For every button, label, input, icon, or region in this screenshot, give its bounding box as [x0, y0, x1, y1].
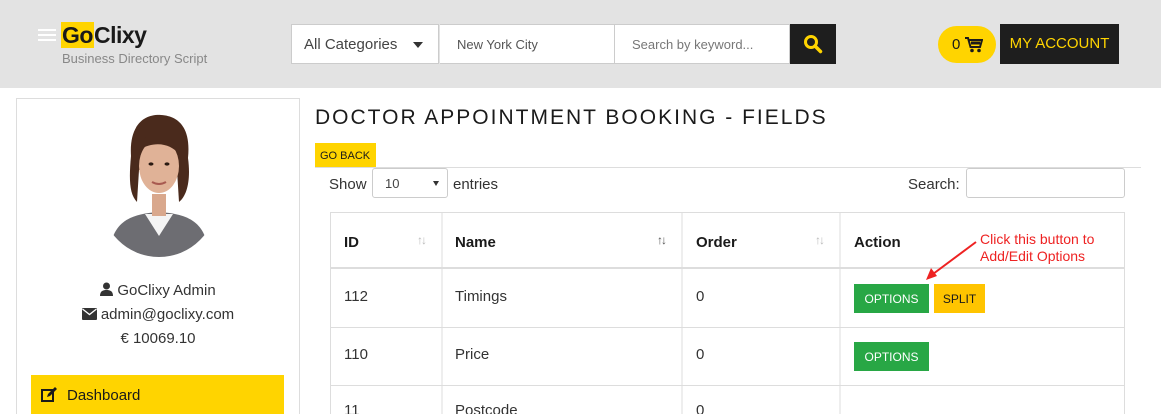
row-divider: [331, 327, 1124, 328]
cart-count: 0: [952, 36, 961, 53]
profile-sidebar: GoClixy Admin admin@goclixy.com € 10069.…: [16, 98, 300, 414]
table-search-label: Search:: [908, 176, 960, 193]
user-email-row: admin@goclixy.com: [17, 306, 299, 323]
search-icon: [804, 35, 823, 54]
column-header-name[interactable]: Name: [455, 234, 496, 251]
sort-desc-icon[interactable]: ↑↓: [657, 233, 667, 247]
annotation-callout: Click this button to Add/Edit Options: [980, 231, 1120, 265]
page-length-select[interactable]: 10: [372, 168, 448, 198]
row-id: 11: [344, 402, 360, 414]
user-balance: € 10069.10: [120, 330, 196, 347]
category-select-value: All Categories: [304, 36, 398, 53]
row-order: 0: [696, 402, 705, 414]
options-button[interactable]: OPTIONS: [854, 284, 929, 313]
caret-down-icon: [413, 42, 423, 48]
annotation-line-2: Add/Edit Options: [980, 248, 1086, 264]
column-divider: [839, 213, 841, 414]
column-header-id[interactable]: ID: [344, 234, 359, 251]
sidebar-item-label: Dashboard: [67, 387, 141, 404]
site-header: GoClixy Business Directory Script All Ca…: [0, 0, 1161, 88]
user-name-row: GoClixy Admin: [17, 282, 299, 299]
sort-icon[interactable]: ↑↓: [815, 233, 825, 247]
site-tagline: Business Directory Script: [62, 51, 208, 66]
split-button[interactable]: SPLIT: [934, 284, 985, 313]
cart-icon: [965, 37, 983, 53]
entries-label: entries: [453, 176, 499, 193]
envelope-icon: [81, 308, 97, 320]
site-logo[interactable]: GoClixy: [61, 22, 147, 49]
user-icon: [100, 282, 114, 296]
keyword-search-input[interactable]: Search by keyword...: [615, 24, 790, 64]
location-input[interactable]: New York City: [440, 24, 615, 64]
user-email: admin@goclixy.com: [100, 306, 235, 323]
column-divider: [681, 213, 683, 414]
page-title: DOCTOR APPOINTMENT BOOKING - FIELDS: [315, 106, 828, 129]
header-divider: [331, 267, 1124, 269]
options-button[interactable]: OPTIONS: [854, 342, 929, 371]
row-id: 112: [344, 288, 368, 305]
go-back-button[interactable]: GO BACK: [315, 143, 377, 167]
column-divider: [441, 213, 443, 414]
column-header-order[interactable]: Order: [696, 234, 737, 251]
table-search-input[interactable]: [966, 168, 1125, 198]
row-divider: [331, 385, 1124, 386]
cart-button[interactable]: 0: [938, 26, 996, 63]
row-name: Price: [455, 346, 490, 363]
category-select[interactable]: All Categories: [291, 24, 439, 64]
avatar: [101, 110, 217, 257]
row-id: 110: [344, 346, 368, 363]
row-order: 0: [696, 346, 705, 363]
caret-down-icon: [433, 181, 439, 186]
row-name: Postcode: [455, 402, 518, 414]
my-account-button[interactable]: MY ACCOUNT: [1000, 24, 1119, 64]
annotation-arrow-icon: [926, 241, 977, 280]
search-button[interactable]: [790, 24, 836, 64]
menu-icon[interactable]: [38, 29, 56, 43]
user-name: GoClixy Admin: [117, 282, 216, 299]
sort-icon[interactable]: ↑↓: [417, 233, 427, 247]
sidebar-item-dashboard[interactable]: Dashboard: [31, 375, 284, 414]
page-length-value: 10: [385, 176, 400, 191]
row-name: Timings: [455, 288, 507, 305]
row-order: 0: [696, 288, 705, 305]
column-header-action: Action: [854, 234, 901, 251]
show-label: Show: [329, 176, 367, 193]
edit-icon: [41, 387, 57, 402]
annotation-line-1: Click this button to: [980, 231, 1095, 247]
